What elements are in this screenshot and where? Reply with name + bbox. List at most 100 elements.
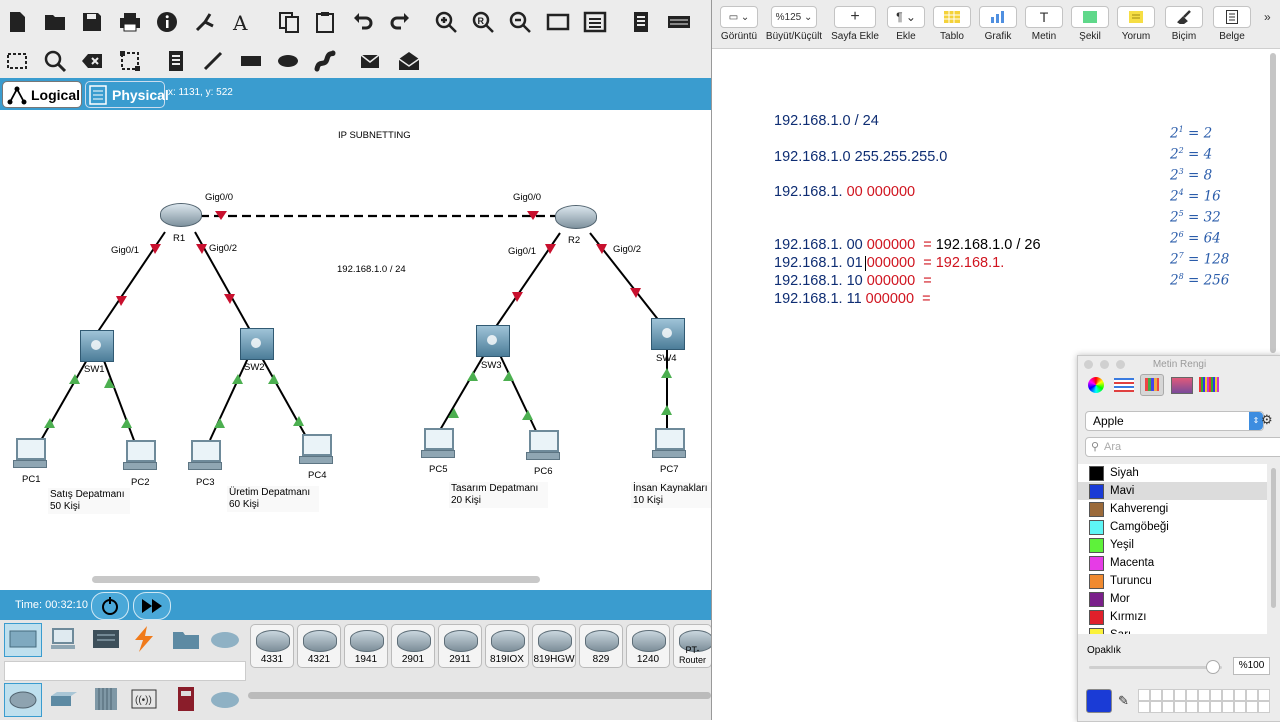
text-button[interactable]: T Metin (1024, 6, 1064, 42)
device-4331[interactable]: 4331 (250, 624, 294, 668)
insert-button[interactable]: ¶ ⌄ Ekle (886, 6, 926, 42)
network-devices-icon[interactable] (4, 623, 42, 657)
color-item-yesil[interactable]: Yeşil (1078, 536, 1267, 554)
zoom-out-icon[interactable] (507, 9, 533, 35)
zoom-reset-icon[interactable]: R (470, 9, 496, 35)
note-icon[interactable] (163, 48, 189, 74)
gear-icon[interactable]: ⚙ (1261, 412, 1273, 428)
color-item-sari[interactable]: Sarı (1078, 626, 1267, 634)
pc-pc4[interactable] (299, 434, 333, 466)
department-note[interactable]: İnsan Kaynakları 10 Kişi (631, 482, 711, 508)
palette-select[interactable]: Apple ⇕ (1085, 411, 1264, 431)
device-icon[interactable] (666, 9, 692, 35)
wireless-category-icon[interactable]: ((•)) (126, 683, 162, 715)
color-item-camgobegi[interactable]: Camgöbeği (1078, 518, 1267, 536)
zoom-button[interactable]: %125 ⌄ Büyüt/Küçült (764, 6, 824, 42)
redo-icon[interactable] (387, 9, 413, 35)
pc-pc6[interactable] (526, 430, 560, 462)
toolbar-overflow-icon[interactable]: » (1264, 10, 1271, 24)
horizontal-scrollbar[interactable] (92, 576, 540, 583)
table-button[interactable]: Tablo (932, 6, 972, 42)
color-item-mavi[interactable]: Mavi (1078, 482, 1267, 500)
resize-shape-icon[interactable] (117, 48, 143, 74)
open-folder-icon[interactable] (42, 9, 68, 35)
opacity-slider-knob[interactable] (1206, 660, 1220, 674)
eyedropper-icon[interactable]: ✎ (1118, 693, 1129, 709)
device-1941[interactable]: 1941 (344, 624, 388, 668)
pc-pc5[interactable] (421, 428, 455, 460)
color-item-turuncu[interactable]: Turuncu (1078, 572, 1267, 590)
color-search-input[interactable]: ⚲ Ara (1085, 437, 1280, 457)
device-2901[interactable]: 2901 (391, 624, 435, 668)
device-2911[interactable]: 2911 (438, 624, 482, 668)
network-wizard-icon[interactable] (192, 9, 218, 35)
switch-sw4[interactable] (651, 318, 685, 350)
opacity-value-field[interactable]: %100 (1233, 657, 1270, 675)
color-list-scrollbar[interactable] (1271, 468, 1276, 608)
router-r2[interactable] (555, 205, 597, 231)
tab-physical[interactable]: Physical (85, 81, 169, 108)
add-complex-pdu-icon[interactable] (396, 48, 422, 74)
security-category-icon[interactable] (168, 683, 204, 715)
copy-icon[interactable] (276, 9, 302, 35)
network-address-note[interactable]: 192.168.1.0 / 24 (337, 264, 406, 275)
department-note[interactable]: Satış Depatmanı 50 Kişi (48, 488, 130, 514)
paste-icon[interactable] (312, 9, 338, 35)
shape-button[interactable]: Şekil (1070, 6, 1110, 42)
comment-button[interactable]: Yorum (1116, 6, 1156, 42)
device-pt-router[interactable]: PT-Router (673, 624, 711, 668)
save-icon[interactable] (79, 9, 105, 35)
custom-devices-dialog-icon[interactable] (582, 9, 608, 35)
color-list[interactable]: Siyah Mavi Kahverengi Camgöbeği Yeşil Ma… (1078, 464, 1267, 634)
draw-line-icon[interactable] (200, 48, 226, 74)
multiuser-icon[interactable] (207, 623, 243, 655)
miscellaneous-icon[interactable] (168, 623, 204, 655)
print-icon[interactable] (117, 9, 143, 35)
tab-logical[interactable]: Logical (2, 81, 82, 108)
wan-emulation-category-icon[interactable] (207, 683, 243, 715)
pc-pc1[interactable] (13, 438, 47, 470)
image-palettes-icon[interactable] (1171, 377, 1193, 394)
fast-forward-button[interactable] (133, 592, 171, 620)
draw-ellipse-icon[interactable] (275, 48, 301, 74)
color-item-kirmizi[interactable]: Kırmızı (1078, 608, 1267, 626)
color-sliders-icon[interactable] (1114, 378, 1134, 392)
chart-button[interactable]: Grafik (978, 6, 1018, 42)
info-icon[interactable] (154, 9, 180, 35)
device-4321[interactable]: 4321 (297, 624, 341, 668)
switches-category-icon[interactable] (46, 683, 82, 715)
department-note[interactable]: Tasarım Depatmanı 20 Kişi (449, 482, 548, 508)
document-button[interactable]: Belge (1212, 6, 1252, 42)
format-button[interactable]: Biçim (1164, 6, 1204, 42)
department-note[interactable]: Üretim Depatmanı 60 Kişi (227, 486, 319, 512)
document-scrollbar[interactable] (1270, 53, 1276, 353)
add-simple-pdu-icon[interactable] (358, 48, 384, 74)
router-r1[interactable] (160, 203, 202, 229)
color-item-mor[interactable]: Mor (1078, 590, 1267, 608)
opacity-slider[interactable] (1089, 666, 1222, 669)
end-devices-icon[interactable] (46, 623, 82, 655)
select-icon[interactable] (4, 48, 30, 74)
routers-category-icon[interactable] (4, 683, 42, 717)
color-palettes-icon[interactable] (1140, 374, 1164, 396)
switch-sw1[interactable] (80, 330, 114, 362)
color-swatch-grid[interactable] (1138, 689, 1274, 715)
hubs-category-icon[interactable] (88, 683, 124, 715)
logical-workspace[interactable]: R1 R2 SW1 SW2 SW3 SW4 PC1 PC2 PC3 PC4 PC… (0, 110, 711, 590)
device-819hgw[interactable]: 819HGW (532, 624, 576, 668)
pencils-icon[interactable] (1199, 377, 1219, 392)
current-color-well[interactable] (1086, 689, 1112, 713)
device-search-field[interactable] (4, 661, 246, 681)
freeform-icon[interactable] (312, 48, 338, 74)
pc-pc3[interactable] (188, 440, 222, 472)
connections-icon[interactable] (126, 623, 162, 655)
components-icon[interactable] (88, 623, 124, 655)
drawing-palette-icon[interactable] (545, 9, 571, 35)
pdu-list-icon[interactable] (628, 9, 654, 35)
color-item-macenta[interactable]: Macenta (1078, 554, 1267, 572)
color-wheel-icon[interactable] (1088, 377, 1104, 393)
device-scrollbar[interactable] (248, 692, 711, 699)
switch-sw3[interactable] (476, 325, 510, 357)
device-819iox[interactable]: 819IOX (485, 624, 529, 668)
new-file-icon[interactable] (4, 9, 30, 35)
